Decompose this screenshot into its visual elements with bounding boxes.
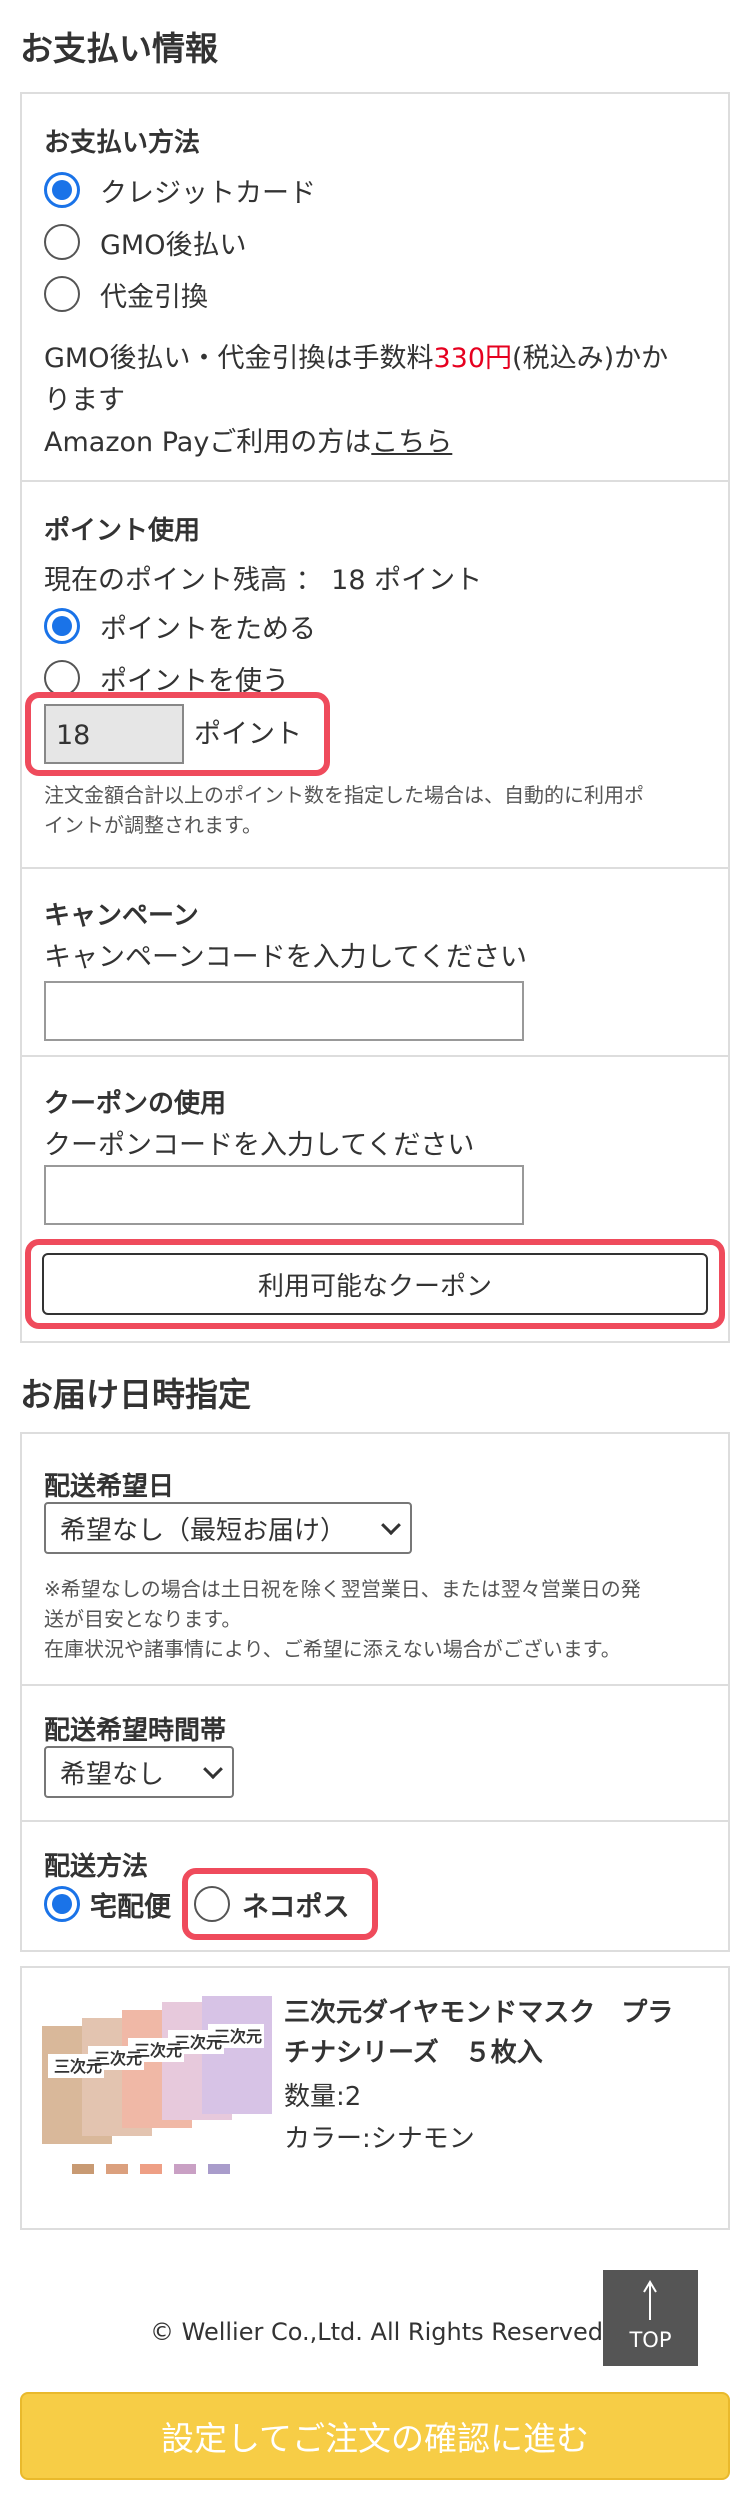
product-name-line2: チナシリーズ ５枚入 [284,2038,543,2068]
delivery-time-value: 希望なし [60,1759,165,1790]
proceed-to-confirm-label: 設定してご注文の確認に進む [160,2419,589,2458]
copyright-text: © Wellier Co.,Ltd. All Rights Reserved. [150,2318,611,2346]
coupon-code-input[interactable] [44,1165,524,1225]
delivery-time-select[interactable]: 希望なし [44,1746,234,1798]
delivery-date-note-3: 在庫状況や諸事情により、ご希望に添えない場合がございます。 [44,1637,621,1661]
radio-takuhaibin[interactable]: 宅配便 [44,1884,171,1924]
scroll-top-label: TOP [629,2328,672,2352]
amazon-pay-text: Amazon Payご利用の方は [44,427,372,458]
points-balance: 現在のポイント残高 ： 18 ポイント [44,565,483,596]
radio-gmo-label: GMO後払い [100,229,247,261]
product-name-line1: 三次元ダイヤモンドマスク プラ [284,1998,674,2028]
fee-note: GMO後払い・代金引換は手数料330円(税込み)かか [44,336,668,375]
amazon-pay-link[interactable]: こちら [371,427,452,458]
delivery-date-block: 配送希望日 希望なし（最短お届け） ※希望なしの場合は土日祝を除く翌営業日、また… [22,1434,728,1686]
delivery-date-select[interactable]: 希望なし（最短お届け） [44,1502,412,1554]
payment-method-label: お支払い方法 [44,128,201,158]
product-color: カラー:シナモン [284,2124,475,2154]
delivery-time-label: 配送希望時間帯 [44,1716,227,1746]
product-image: 三次元 三次元 三次元 三次元 三次元 [42,1996,272,2186]
chevron-down-icon [203,1759,223,1780]
radio-earn-points[interactable]: ポイントをためる [44,606,316,646]
radio-unselected-icon[interactable] [44,660,80,696]
campaign-prompt: キャンペーンコードを入力してください [44,942,528,973]
mask-package-icon: 三次元 三次元 三次元 三次元 三次元 [42,1996,272,2174]
points-block: ポイント使用 現在のポイント残高 ： 18 ポイント ポイントをためる ポイント… [22,482,728,869]
pkg-text-5: 三次元 [214,2027,262,2046]
delivery-method-block: 配送方法 宅配便 ネコポス [22,1822,728,1950]
radio-selected-icon[interactable] [44,1886,80,1922]
points-input[interactable]: 18 [44,704,184,764]
radio-unselected-icon[interactable] [44,224,80,260]
available-coupons-button[interactable]: 利用可能なクーポン [42,1253,708,1315]
radio-takuhaibin-label: 宅配便 [90,1891,171,1923]
amazon-pay-note: Amazon Payご利用の方はこちら [44,420,452,459]
delivery-date-label: 配送希望日 [44,1472,175,1502]
delivery-date-note-2: 送が目安となります。 [44,1607,242,1631]
delivery-time-block: 配送希望時間帯 希望なし [22,1686,728,1822]
radio-earn-points-label: ポイントをためる [100,613,316,645]
coupon-label: クーポンの使用 [44,1089,227,1119]
radio-nekopos-label: ネコポス [242,1891,350,1923]
fee-note-suffix: (税込み)かか [512,343,669,374]
delivery-method-label: 配送方法 [44,1852,149,1882]
radio-cod-label: 代金引換 [100,281,208,313]
campaign-label: キャンペーン [44,901,199,931]
points-input-value: 18 [56,720,91,751]
available-coupons-label: 利用可能なクーポン [257,1271,492,1302]
delivery-date-note-1: ※希望なしの場合は土日祝を除く翌営業日、または翌々営業日の発 [44,1577,641,1601]
radio-selected-icon[interactable] [44,172,80,208]
radio-credit-card-label: クレジットカード [100,177,316,209]
scroll-top-button[interactable]: TOP [603,2270,698,2366]
radio-unselected-icon[interactable] [44,276,80,312]
radio-unselected-icon[interactable] [194,1886,230,1922]
delivery-section-title: お届け日時指定 [20,1375,251,1414]
fee-note-text: GMO後払い・代金引換は手数料 [44,343,434,374]
points-note-line1: 注文金額合計以上のポイント数を指定した場合は、自動的に利用ポ [44,783,644,807]
radio-credit-card[interactable]: クレジットカード [44,170,316,210]
campaign-code-input[interactable] [44,981,524,1041]
fee-amount: 330円 [433,343,513,374]
points-note-line2: イントが調整されます。 [44,813,262,837]
coupon-block: クーポンの使用 クーポンコードを入力してください 利用可能なクーポン [22,1057,728,1341]
payment-section-title: お支払い情報 [20,29,218,68]
fee-note-line2: ります [44,385,125,416]
radio-cash-on-delivery[interactable]: 代金引換 [44,274,208,314]
points-unit: ポイント [194,719,302,750]
radio-selected-icon[interactable] [44,608,80,644]
payment-panel: お支払い方法 クレジットカード GMO後払い 代金引換 GMO後払い・代金引換は… [20,92,730,1343]
radio-gmo-deferred[interactable]: GMO後払い [44,222,246,262]
chevron-down-icon [381,1515,401,1536]
product-card: 三次元 三次元 三次元 三次元 三次元 三次元ダイヤモンドマスク プラ チナシリ… [20,1966,730,2230]
delivery-panel: 配送希望日 希望なし（最短お届け） ※希望なしの場合は土日祝を除く翌営業日、また… [20,1432,730,1952]
coupon-prompt: クーポンコードを入力してください [44,1130,475,1161]
campaign-block: キャンペーン キャンペーンコードを入力してください [22,869,728,1057]
payment-method-block: お支払い方法 クレジットカード GMO後払い 代金引換 GMO後払い・代金引換は… [22,94,728,482]
radio-nekopos[interactable]: ネコポス [194,1884,349,1924]
delivery-date-value: 希望なし（最短お届け） [60,1515,347,1546]
points-label: ポイント使用 [44,516,201,546]
product-quantity: 数量:2 [284,2082,362,2112]
proceed-to-confirm-button[interactable]: 設定してご注文の確認に進む [20,2392,730,2480]
